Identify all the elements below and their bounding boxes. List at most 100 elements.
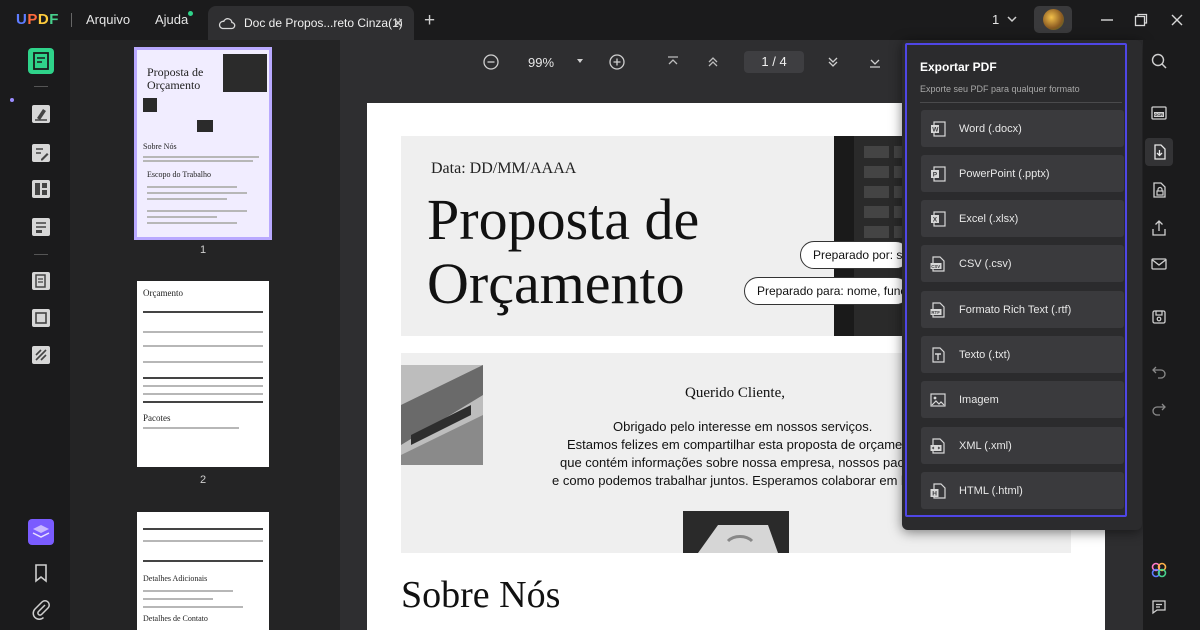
export-image-button[interactable]: Imagem xyxy=(921,381,1124,418)
next-page-icon[interactable] xyxy=(824,53,842,71)
greeting-text: Querido Cliente, xyxy=(685,385,785,401)
zoom-in-icon[interactable] xyxy=(608,53,626,71)
export-powerpoint-button[interactable]: P PowerPoint (.pptx) xyxy=(921,155,1124,192)
thumb-text-line xyxy=(143,156,259,158)
layers-button[interactable] xyxy=(28,519,54,545)
prepared-for-field: Preparado para: nome, funçã xyxy=(744,277,910,305)
zoom-out-icon[interactable] xyxy=(482,53,500,71)
export-html-button[interactable]: H HTML (.html) xyxy=(921,472,1124,509)
thumb-table-rule xyxy=(143,540,263,542)
export-option-label: CSV (.csv) xyxy=(959,257,1012,270)
word-icon: W xyxy=(931,120,946,137)
export-text-button[interactable]: Texto (.txt) xyxy=(921,336,1124,373)
account-button[interactable] xyxy=(1034,6,1072,33)
thumb-photo xyxy=(223,54,267,92)
ai-assistant-icon[interactable] xyxy=(1150,561,1168,579)
svg-text:X: X xyxy=(933,216,938,223)
comments-icon[interactable] xyxy=(1150,598,1168,616)
page-thumbnail-3[interactable]: Detalhes Adicionais Detalhes de Contato xyxy=(137,512,269,630)
document-date: Data: DD/MM/AAAA xyxy=(431,160,577,177)
architecture-photo-graphic xyxy=(401,365,483,465)
page-thumbnail-2[interactable]: Orçamento Pacotes xyxy=(137,281,269,467)
first-page-icon[interactable] xyxy=(664,53,682,71)
layers-icon xyxy=(32,525,50,538)
ocr-icon[interactable]: OCR xyxy=(1150,104,1168,122)
about-heading: Sobre Nós xyxy=(401,574,561,616)
menu-ajuda[interactable]: Ajuda xyxy=(155,12,188,27)
thumb-table-rule xyxy=(143,401,263,403)
export-word-button[interactable]: W Word (.docx) xyxy=(921,110,1124,147)
previous-page-icon[interactable] xyxy=(704,53,722,71)
protect-pdf-icon[interactable] xyxy=(1150,181,1168,199)
prepared-by-field: Preparado por: se xyxy=(800,241,910,269)
window-count[interactable]: 1 xyxy=(992,12,999,27)
edit-tool-button[interactable] xyxy=(28,140,54,166)
page-thumbnail-1[interactable]: Proposta de Orçamento Sobre Nós Escopo d… xyxy=(134,47,272,240)
protect-tool-button[interactable] xyxy=(28,342,54,368)
thumb-table-rule xyxy=(143,385,263,387)
export-option-label: Imagem xyxy=(959,393,999,406)
export-pdf-panel: Exportar PDF Exporte seu PDF para qualqu… xyxy=(902,40,1142,530)
title-line-1: Proposta de xyxy=(427,187,700,252)
restore-icon[interactable] xyxy=(1132,11,1150,29)
powerpoint-icon: P xyxy=(931,165,946,182)
convert-tool-button[interactable] xyxy=(28,268,54,294)
export-rtf-button[interactable]: RTF Formato Rich Text (.rtf) xyxy=(921,291,1124,328)
crop-icon xyxy=(32,309,50,327)
comment-tool-button[interactable] xyxy=(28,101,54,127)
reader-tool-button[interactable] xyxy=(28,48,54,74)
export-panel-title: Exportar PDF xyxy=(920,60,997,74)
export-excel-button[interactable]: X Excel (.xlsx) xyxy=(921,200,1124,237)
thumb-title: Orçamento xyxy=(143,288,183,298)
organize-tool-button[interactable] xyxy=(28,176,54,202)
document-tab[interactable]: Doc de Propos...reto Cinza(1) ✕ xyxy=(208,6,414,40)
rail-indicator xyxy=(10,98,14,102)
text-file-icon xyxy=(932,346,945,363)
bookmark-icon[interactable] xyxy=(28,560,54,586)
page-current[interactable]: 1 xyxy=(761,54,768,69)
updf-logo[interactable]: UPDF xyxy=(16,11,59,28)
thumb-text-line xyxy=(147,186,237,188)
save-icon[interactable] xyxy=(1150,308,1168,326)
svg-text:CSV: CSV xyxy=(931,263,940,268)
attachment-icon[interactable] xyxy=(28,596,54,622)
chevron-down-icon[interactable] xyxy=(1006,13,1018,25)
redo-icon[interactable] xyxy=(1150,399,1168,417)
export-xml-button[interactable]: XML (.xml) xyxy=(921,427,1124,464)
zoom-level[interactable]: 99% xyxy=(528,55,554,70)
letter-body-line: que contém informações sobre nossa empre… xyxy=(560,455,923,470)
export-csv-button[interactable]: CSV CSV (.csv) xyxy=(921,245,1124,282)
menu-arquivo[interactable]: Arquivo xyxy=(86,12,130,27)
search-icon[interactable] xyxy=(1150,52,1168,70)
reader-icon xyxy=(33,52,49,70)
tab-close-icon[interactable]: ✕ xyxy=(392,15,404,32)
export-option-label: Formato Rich Text (.rtf) xyxy=(959,303,1072,316)
svg-text:H: H xyxy=(932,490,937,497)
email-icon[interactable] xyxy=(1150,255,1168,273)
undo-icon[interactable] xyxy=(1150,362,1168,380)
new-tab-button[interactable]: + xyxy=(424,10,435,32)
crop-tool-button[interactable] xyxy=(28,305,54,331)
form-tool-button[interactable] xyxy=(28,214,54,240)
svg-text:W: W xyxy=(932,126,939,133)
share-icon[interactable] xyxy=(1150,219,1168,237)
thumb-text-line xyxy=(143,590,233,592)
thumb-text-line xyxy=(147,210,247,212)
thumb-text-line xyxy=(143,160,253,162)
page-indicator[interactable]: 1 / 4 xyxy=(744,51,804,73)
svg-text:RTF: RTF xyxy=(931,309,940,314)
thumb-detalhes: Detalhes Adicionais xyxy=(143,574,208,583)
zoom-dropdown-icon[interactable] xyxy=(576,57,584,65)
export-pdf-icon[interactable] xyxy=(1150,143,1168,161)
minimize-icon[interactable] xyxy=(1098,11,1116,29)
logo-letter-p: P xyxy=(27,11,38,28)
rtf-icon: RTF xyxy=(930,301,945,318)
csv-icon: CSV xyxy=(930,255,945,272)
thumbnail-panel: Proposta de Orçamento Sobre Nós Escopo d… xyxy=(70,40,340,630)
thumb-text-line xyxy=(147,198,227,200)
export-option-label: HTML (.html) xyxy=(959,484,1023,497)
edit-pdf-icon xyxy=(32,144,50,162)
last-page-icon[interactable] xyxy=(866,53,884,71)
close-window-icon[interactable] xyxy=(1168,11,1186,29)
thumb-table-rule xyxy=(143,377,263,379)
